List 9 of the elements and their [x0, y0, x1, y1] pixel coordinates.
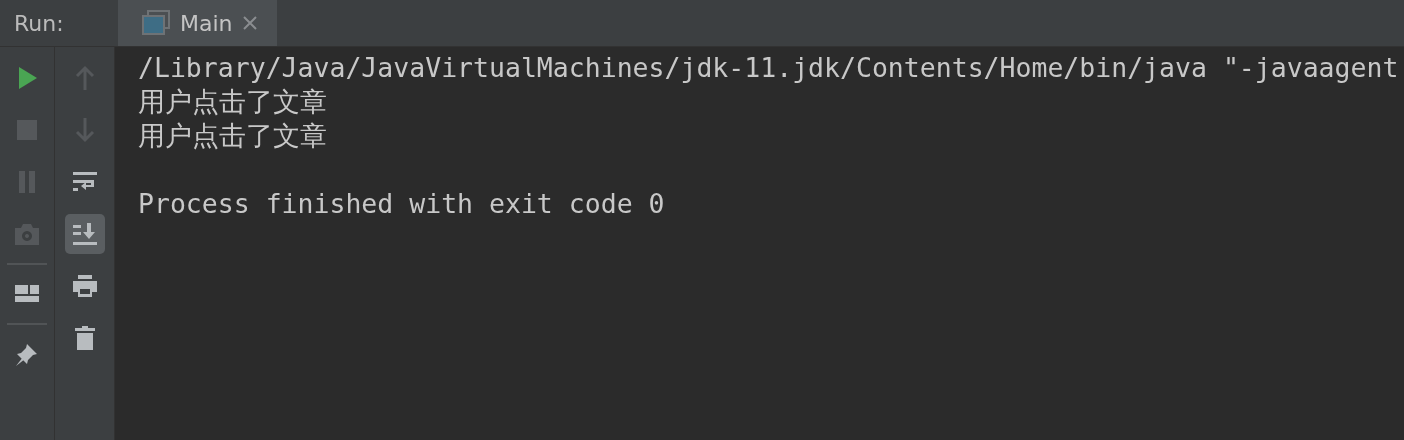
- console-tab[interactable]: Main: [118, 0, 277, 46]
- console-line: /Library/Java/JavaVirtualMachines/jdk-11.jdk/Contents/Home/bin/java "-javaagent: [138, 51, 1400, 85]
- console-line: 用户点击了文章: [138, 85, 328, 119]
- exit-message: Process finished with exit code 0: [138, 187, 666, 221]
- run-label: Run:: [13, 10, 65, 36]
- window-icon: [142, 10, 170, 36]
- console-line: 用户点击了文章: [138, 119, 328, 153]
- scroll-to-end-icon[interactable]: [64, 214, 105, 254]
- close-icon[interactable]: [242, 16, 257, 30]
